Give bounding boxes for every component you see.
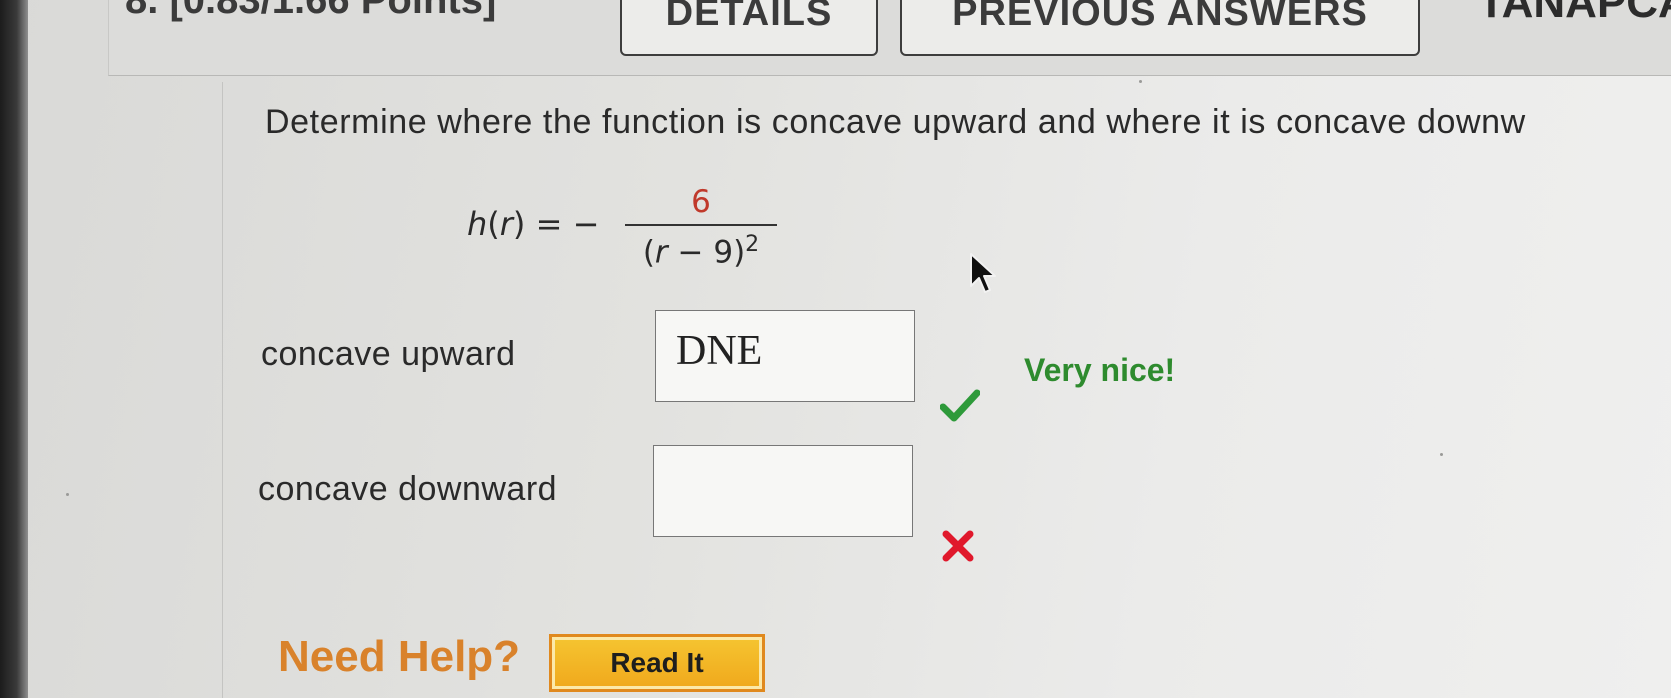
screen-speck	[1139, 80, 1142, 83]
denominator-exponent: 2	[745, 232, 760, 257]
concave-downward-input[interactable]	[653, 445, 913, 537]
function-equals: = −	[535, 205, 600, 243]
concave-upward-input[interactable]: DNE	[655, 310, 915, 402]
check-icon	[940, 389, 980, 422]
denominator-rest: − 9)	[667, 234, 746, 271]
read-it-button[interactable]: Read It	[549, 634, 765, 692]
feedback-message: Very nice!	[1024, 352, 1176, 388]
screen-bezel	[0, 0, 28, 698]
function-lhs: h(r) = −	[467, 205, 600, 243]
denominator-variable: r	[654, 234, 668, 271]
details-button[interactable]: DETAILS	[620, 0, 878, 56]
fraction-denominator: (r − 9)2	[642, 232, 760, 271]
cross-icon	[942, 530, 974, 562]
screen-speck	[66, 493, 69, 496]
question-source-label: TANAPCA	[1478, 0, 1671, 27]
screen-speck	[1440, 453, 1443, 456]
function-variable: r	[499, 205, 513, 243]
fraction-numerator: 6	[691, 184, 711, 220]
concave-downward-label: concave downward	[258, 470, 558, 508]
fraction-bar	[625, 224, 777, 226]
previous-answers-button[interactable]: PREVIOUS ANSWERS	[900, 0, 1420, 56]
question-prompt: Determine where the function is concave …	[265, 103, 1526, 141]
mouse-pointer-icon	[970, 253, 996, 293]
function-name: h	[467, 205, 488, 243]
need-help-label: Need Help?	[278, 632, 521, 681]
function-fraction: 6 (r − 9)2	[625, 180, 777, 270]
concave-upward-label: concave upward	[261, 335, 516, 373]
question-points: 8. [0.83/1.66 Points]	[125, 0, 497, 22]
